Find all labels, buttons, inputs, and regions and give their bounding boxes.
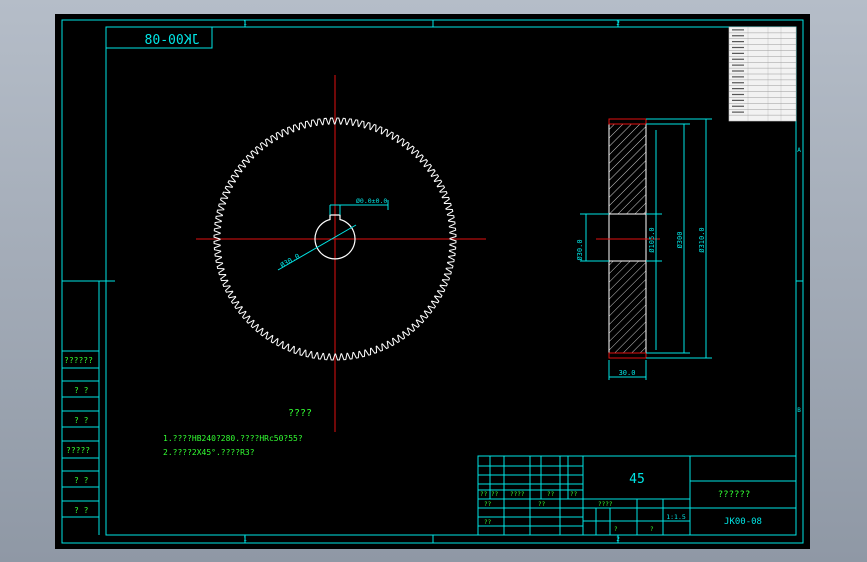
title-label-7: ??: [484, 519, 492, 526]
title-drawing-code: JK00-08: [724, 517, 762, 527]
tech-note-1: 1.????HB240?280.????HRc50?55?: [163, 434, 303, 443]
zone-mark-top-1: 1: [243, 20, 247, 27]
title-scale: 1:1.5: [666, 513, 686, 521]
zone-mark-top-2: 2: [616, 20, 620, 27]
title-label-5: ??: [484, 501, 492, 508]
section-bore-dim: Ø30.0: [576, 239, 584, 260]
title-label-9: ?: [614, 526, 618, 533]
cad-drawing-viewport: 1 2 1 2 A B JK00-08 ?????? ? ? ? ? ?????…: [55, 14, 810, 549]
tech-note-2: 2.????2X45°.????R3?: [163, 448, 255, 457]
title-label-6: ??: [538, 501, 546, 508]
title-label-0: ??: [480, 491, 488, 498]
title-label-3: ??: [547, 491, 555, 498]
zone-mark-right-a: A: [797, 147, 801, 154]
tech-requirements-title: ????: [288, 408, 312, 419]
drawing-sheet: [55, 14, 810, 549]
zone-mark-bottom-2: 2: [616, 536, 620, 543]
zone-mark-right-b: B: [797, 407, 801, 414]
section-width-dim: 30.0: [619, 369, 636, 377]
left-label-4: ? ?: [74, 476, 89, 485]
keyway-dimension-label: Ø0.0±0.0: [356, 197, 387, 205]
section-hub-dim: Ø105.0: [648, 227, 656, 252]
left-label-5: ? ?: [74, 506, 89, 515]
title-material: 45: [629, 472, 645, 487]
left-label-2: ? ?: [74, 416, 89, 425]
section-tip-dim: Ø310.0: [698, 227, 706, 252]
left-label-3: ?????: [66, 446, 90, 455]
title-label-10: ?: [650, 526, 654, 533]
title-label-1: ??: [491, 491, 499, 498]
title-label-2: ????: [510, 491, 525, 498]
zone-mark-bottom-1: 1: [243, 536, 247, 543]
left-label-0: ??????: [64, 356, 93, 365]
left-label-1: ? ?: [74, 386, 89, 395]
title-label-8: ????: [598, 501, 613, 508]
title-label-4: ??: [570, 491, 578, 498]
mirrored-drawing-code: JK00-08: [145, 33, 200, 48]
title-part-name: ??????: [718, 490, 751, 500]
section-root-dim: Ø300: [676, 232, 684, 249]
